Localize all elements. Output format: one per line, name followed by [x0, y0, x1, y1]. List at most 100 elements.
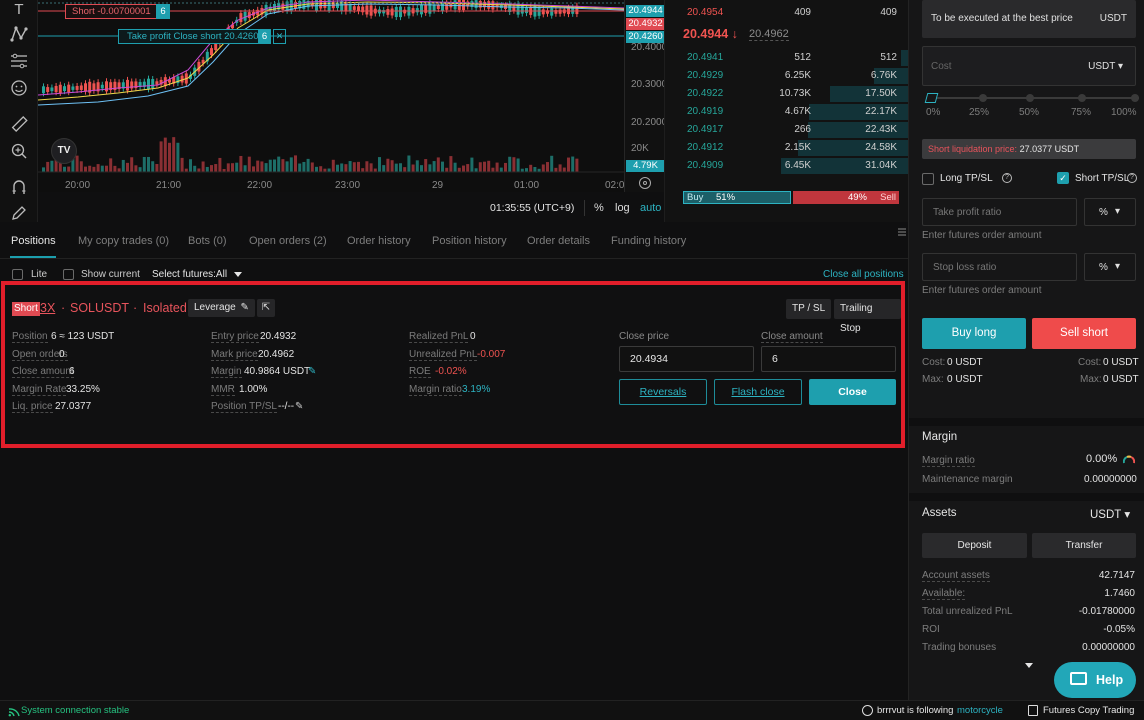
emoji-icon[interactable] [9, 79, 29, 99]
info-icon[interactable]: ? [1002, 173, 1012, 183]
price-axis[interactable]: 20.4944 20.4932 20.4260 20.4000 20.3000 … [624, 0, 667, 192]
field-label: MMR [211, 383, 235, 396]
field-value: 3.19% [462, 383, 491, 395]
slider-mark[interactable] [1131, 94, 1139, 102]
tab-open-orders[interactable]: Open orders (2) [249, 235, 327, 247]
close-all-positions-link[interactable]: Close all positions [823, 269, 904, 280]
tp-order-count[interactable]: 6 [258, 29, 271, 44]
futures-copy-trading-link[interactable]: Futures Copy Trading [1043, 705, 1134, 716]
tab-funding-history[interactable]: Funding history [611, 235, 686, 247]
tab-order-history[interactable]: Order history [347, 235, 411, 247]
close-amount-input[interactable]: 6 [761, 346, 896, 372]
ruler-icon[interactable] [9, 115, 29, 135]
sl-unit-select[interactable]: % ▾ [1084, 253, 1136, 281]
cost-unit-select[interactable]: USDT ▾ [1088, 61, 1123, 72]
leader-link[interactable]: motorcycle [957, 705, 1003, 716]
help-button[interactable]: Help [1054, 662, 1136, 698]
short-order-tag[interactable]: Short -0.00700001 [65, 4, 158, 19]
bid-row[interactable]: 20.4912 2.15K 24.58K [665, 139, 909, 157]
menu-icon[interactable] [898, 227, 906, 236]
log-scale-toggle[interactable]: log [615, 202, 630, 214]
ask-price-tag: 20.4944 [626, 5, 665, 17]
sell-short-button[interactable]: Sell short [1032, 318, 1136, 349]
bid-row[interactable]: 20.4941 512 512 [665, 49, 909, 67]
volume-bar [373, 168, 377, 172]
tp-order-tag[interactable]: Take profit Close short 20.4260 [118, 29, 268, 44]
volume-bar [315, 166, 318, 172]
bid-row[interactable]: 20.4922 10.73K 17.50K [665, 85, 909, 103]
expand-caret-icon[interactable] [1025, 663, 1033, 668]
close-button[interactable]: Close [809, 379, 896, 405]
buy-ratio-pct: 51% [716, 192, 736, 203]
volume-bar [415, 160, 419, 172]
volume-bar [260, 161, 264, 172]
volume-bar [327, 168, 331, 172]
volume-bar [247, 156, 251, 172]
leverage-value[interactable]: 3X [40, 301, 55, 315]
deposit-button[interactable]: Deposit [922, 533, 1027, 558]
amount-slider[interactable] [929, 97, 1139, 99]
slider-label: 0% [926, 107, 941, 118]
ask-row[interactable]: 20.4954 409 409 [665, 4, 909, 22]
zoom-in-icon[interactable] [9, 142, 29, 162]
close-price-input[interactable]: 20.4934 [619, 346, 754, 372]
tp-cancel-icon[interactable]: ✕ [273, 29, 286, 44]
tab-position-history[interactable]: Position history [432, 235, 507, 247]
tab-positions[interactable]: Positions [11, 235, 56, 247]
candle-body [210, 48, 213, 56]
volume-bar [399, 163, 402, 172]
auto-scale-toggle[interactable]: auto [640, 202, 661, 214]
tradingview-logo[interactable]: TV [51, 138, 77, 164]
share-icon[interactable]: ⇱ [257, 299, 275, 317]
magnet-icon[interactable] [9, 178, 29, 198]
take-profit-input[interactable]: Take profit ratio [922, 198, 1077, 226]
bid-row[interactable]: 20.4909 6.45K 31.04K [665, 157, 909, 175]
volume-bar [378, 157, 381, 172]
candlestick-chart[interactable]: Short -0.00700001 6 Take profit Close sh… [38, 0, 624, 192]
short-tpsl-checkbox[interactable]: ✓ [1057, 172, 1069, 184]
info-icon[interactable]: ? [1127, 173, 1137, 183]
bid-row[interactable]: 20.4917 266 22.43K [665, 121, 909, 139]
edit-icon[interactable]: ✎ [295, 401, 303, 412]
short-order-count[interactable]: 6 [156, 4, 170, 19]
trailing-stop-button[interactable]: Trailing Stop [834, 299, 901, 334]
lite-checkbox[interactable] [12, 269, 23, 280]
edit-icon[interactable]: ✎ [308, 366, 316, 377]
long-tpsl-checkbox[interactable] [922, 173, 934, 185]
volume-bar [239, 155, 243, 172]
bid-qty: 6.25K [784, 70, 811, 81]
slider-mark[interactable] [1026, 94, 1034, 102]
slider-mark[interactable] [979, 94, 987, 102]
select-futures-dropdown[interactable]: Select futures:All [152, 269, 242, 280]
slider-mark[interactable] [1078, 94, 1086, 102]
buy-long-button[interactable]: Buy long [922, 318, 1026, 349]
tab-copy-trades[interactable]: My copy trades (0) [78, 235, 169, 247]
percent-scale-toggle[interactable]: % [594, 202, 604, 214]
flash-close-button[interactable]: Flash close [714, 379, 802, 405]
volume-bar [483, 161, 486, 172]
cost-input[interactable]: Cost USDT ▾ [922, 46, 1136, 86]
best-price-field[interactable]: To be executed at the best price USDT [922, 0, 1136, 38]
settings-icon[interactable] [639, 177, 651, 189]
assets-unit-select[interactable]: USDT ▾ [1090, 507, 1130, 521]
caret-down-icon: ▾ [1124, 509, 1131, 521]
bid-total: 22.43K [865, 124, 897, 135]
tp-sl-button[interactable]: TP / SL [786, 299, 832, 319]
tab-bots[interactable]: Bots (0) [188, 235, 227, 247]
prediction-tool-icon[interactable] [9, 52, 29, 72]
pattern-tool-icon[interactable] [9, 25, 29, 45]
leverage-button[interactable]: Leverage ✎ [188, 299, 255, 317]
reversals-button[interactable]: Reversals [619, 379, 707, 405]
bid-row[interactable]: 20.4929 6.25K 6.76K [665, 67, 909, 85]
pencil-lock-icon[interactable] [9, 204, 29, 224]
tab-order-details[interactable]: Order details [527, 235, 590, 247]
show-current-checkbox[interactable] [63, 269, 74, 280]
bid-row[interactable]: 20.4919 4.67K 22.17K [665, 103, 909, 121]
slider-handle[interactable] [924, 93, 939, 103]
tp-unit-select[interactable]: % ▾ [1084, 198, 1136, 226]
stop-loss-input[interactable]: Stop loss ratio [922, 253, 1077, 281]
candle-body [46, 87, 50, 93]
text-tool-icon[interactable]: T [9, 0, 29, 20]
bid-total: 512 [880, 52, 897, 63]
transfer-button[interactable]: Transfer [1032, 533, 1136, 558]
